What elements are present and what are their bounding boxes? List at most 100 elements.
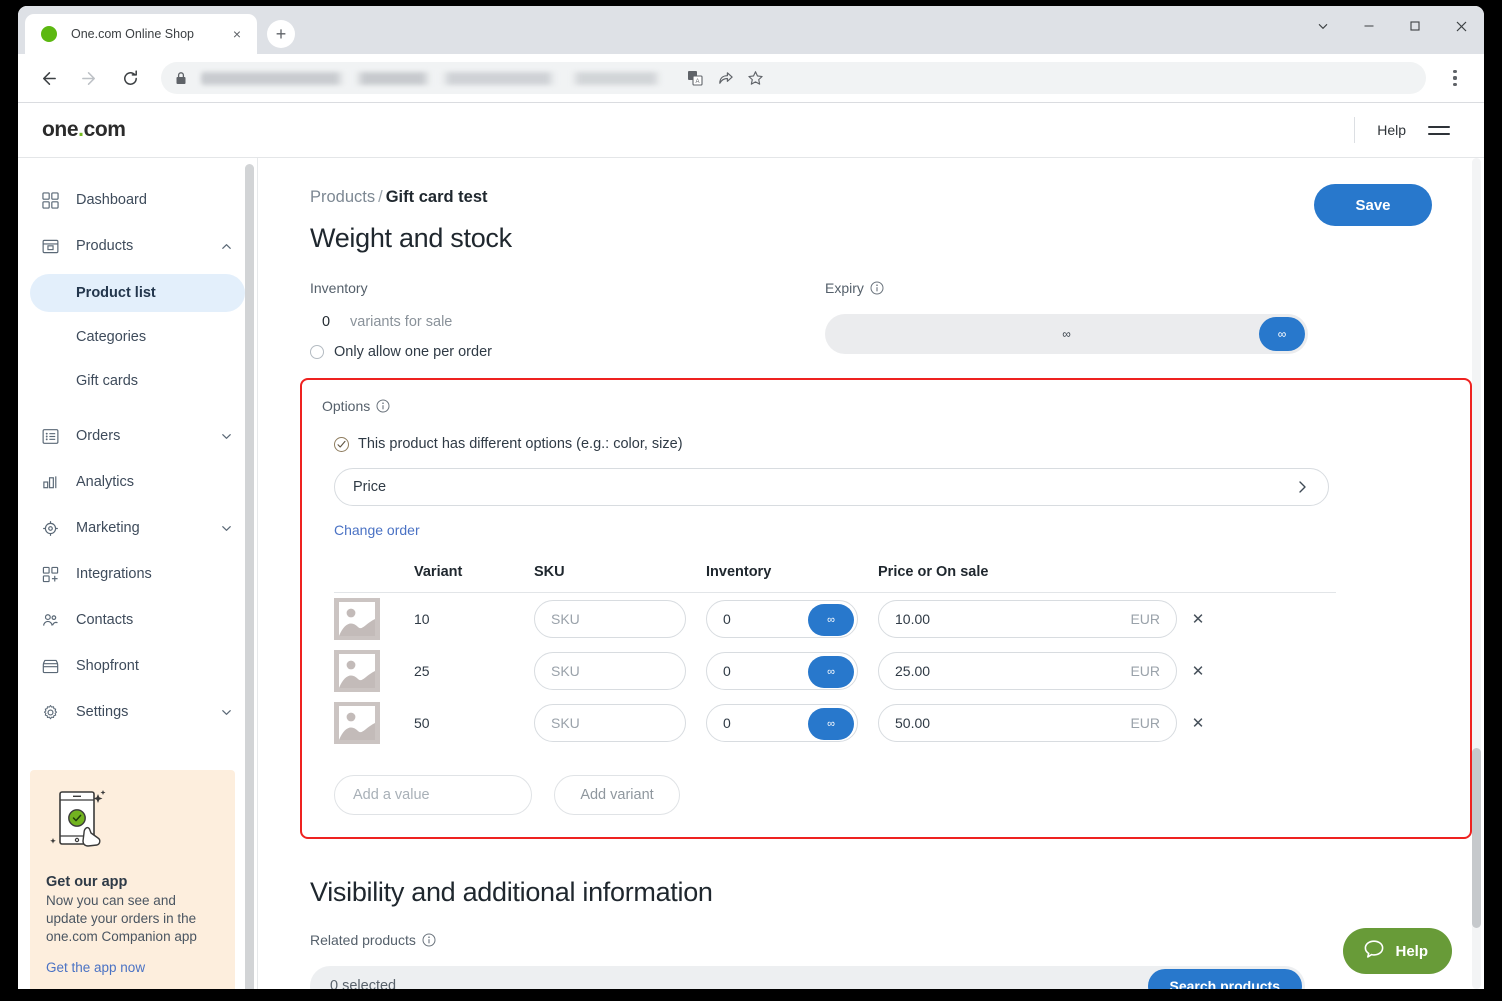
maximize-icon[interactable] xyxy=(1392,6,1438,46)
radio-icon[interactable] xyxy=(310,345,324,359)
related-products-field[interactable]: 0 selected Search products xyxy=(310,966,1305,989)
inventory-infinity-toggle[interactable]: ∞ xyxy=(808,708,854,740)
share-icon[interactable] xyxy=(711,64,739,92)
delete-variant-icon[interactable]: ✕ xyxy=(1185,662,1211,680)
expiry-input[interactable]: ∞ ∞ xyxy=(825,314,1308,354)
people-icon xyxy=(42,612,64,629)
sidebar-item-gift-cards[interactable]: Gift cards xyxy=(30,362,245,400)
breadcrumb-root[interactable]: Products xyxy=(310,188,375,206)
info-icon[interactable] xyxy=(870,281,884,295)
sku-input[interactable]: SKU xyxy=(534,600,686,638)
minimize-icon[interactable] xyxy=(1346,6,1392,46)
add-value-input[interactable]: Add a value xyxy=(334,775,532,815)
chevron-down-icon[interactable] xyxy=(220,522,233,535)
price-cell: 10.00 EUR ✕ xyxy=(878,600,1336,638)
option-select-price[interactable]: Price xyxy=(334,468,1329,506)
sidebar-item-integrations[interactable]: Integrations xyxy=(30,556,245,592)
price-cell: 25.00 EUR ✕ xyxy=(878,652,1336,690)
inventory-infinity-toggle[interactable]: ∞ xyxy=(808,604,854,636)
tab-search-chevron-icon[interactable] xyxy=(1300,6,1346,46)
sku-input[interactable]: SKU xyxy=(534,652,686,690)
sidebar-item-contacts[interactable]: Contacts xyxy=(30,602,245,638)
main-scrollbar-thumb[interactable] xyxy=(1472,748,1481,928)
image-placeholder-icon[interactable] xyxy=(334,702,380,744)
main-inner: Products/Gift card test Save Weight and … xyxy=(258,158,1484,989)
column-inventory: Inventory xyxy=(706,564,878,580)
inventory-cell: 0 ∞ xyxy=(706,600,878,638)
sidebar-item-dashboard[interactable]: Dashboard xyxy=(30,182,245,218)
sidebar-item-analytics[interactable]: Analytics xyxy=(30,464,245,500)
chevron-right-icon[interactable] xyxy=(1294,479,1310,495)
breadcrumb-current: Gift card test xyxy=(386,188,488,206)
delete-variant-icon[interactable]: ✕ xyxy=(1185,610,1211,628)
chevron-up-icon[interactable] xyxy=(220,240,233,253)
options-label-text: Options xyxy=(322,398,370,414)
address-bar[interactable]: A xyxy=(161,62,1426,94)
sidebar-products-submenu: Product list Categories Gift cards xyxy=(30,274,245,400)
inventory-infinity-toggle[interactable]: ∞ xyxy=(808,656,854,688)
logo-text-com: com xyxy=(84,118,126,141)
price-input[interactable]: 25.00 EUR xyxy=(878,652,1177,690)
expiry-infinity-toggle[interactable]: ∞ xyxy=(1259,317,1305,351)
browser-menu-icon[interactable] xyxy=(1440,62,1470,94)
image-placeholder-icon[interactable] xyxy=(334,650,380,692)
storefront-icon xyxy=(42,658,64,675)
sidebar-item-products[interactable]: Products xyxy=(30,228,245,264)
sidebar-item-settings[interactable]: Settings xyxy=(30,694,245,730)
search-products-button[interactable]: Search products xyxy=(1148,969,1302,989)
variants-count: 0 xyxy=(322,314,350,330)
header-help-link[interactable]: Help xyxy=(1377,122,1406,138)
currency-label: EUR xyxy=(1130,611,1160,627)
sidebar-subitem-label: Product list xyxy=(76,285,156,301)
sidebar-scrollbar[interactable] xyxy=(245,164,254,989)
sidebar-item-product-list[interactable]: Product list xyxy=(30,274,245,312)
option-select-value: Price xyxy=(353,479,386,495)
save-button[interactable]: Save xyxy=(1314,184,1432,226)
price-input[interactable]: 10.00 EUR xyxy=(878,600,1177,638)
bookmark-star-icon[interactable] xyxy=(741,64,769,92)
close-tab-icon[interactable]: × xyxy=(227,24,247,44)
inventory-input[interactable]: 0 ∞ xyxy=(706,600,858,638)
new-tab-button[interactable]: + xyxy=(267,20,295,48)
browser-tab[interactable]: One.com Online Shop × xyxy=(25,14,257,54)
help-chat-widget[interactable]: Help xyxy=(1343,928,1452,974)
back-icon[interactable] xyxy=(32,62,64,94)
variant-thumbnail-cell xyxy=(334,702,414,744)
forward-icon[interactable] xyxy=(73,62,105,94)
chevron-down-icon[interactable] xyxy=(220,706,233,719)
sidebar-item-shopfront[interactable]: Shopfront xyxy=(30,648,245,684)
promo-cta-link[interactable]: Get the app now xyxy=(46,960,219,975)
sidebar-item-label: Dashboard xyxy=(76,192,147,208)
svg-text:A: A xyxy=(695,79,699,85)
chevron-down-icon[interactable] xyxy=(220,430,233,443)
different-options-checkbox-row[interactable]: This product has different options (e.g.… xyxy=(334,436,1450,452)
inventory-input[interactable]: 0 ∞ xyxy=(706,652,858,690)
translate-icon[interactable]: A xyxy=(681,64,709,92)
browser-navigation-bar: A xyxy=(18,54,1484,102)
change-order-link[interactable]: Change order xyxy=(334,522,420,538)
reload-icon[interactable] xyxy=(114,62,146,94)
options-label: Options xyxy=(322,398,1450,414)
price-input[interactable]: 50.00 EUR xyxy=(878,704,1177,742)
expiry-column: Expiry ∞ ∞ xyxy=(825,280,1432,360)
sidebar-item-label: Marketing xyxy=(76,520,140,536)
related-products-selected-text: 0 selected xyxy=(330,978,396,989)
sidebar-item-orders[interactable]: Orders xyxy=(30,418,245,454)
info-icon[interactable] xyxy=(376,399,390,413)
expiry-label: Expiry xyxy=(825,280,1432,296)
info-icon[interactable] xyxy=(422,933,436,947)
address-bar-url-blurred xyxy=(201,72,681,85)
close-window-icon[interactable] xyxy=(1438,6,1484,46)
one-com-logo[interactable]: one.com xyxy=(42,118,126,142)
sidebar-item-marketing[interactable]: Marketing xyxy=(30,510,245,546)
add-variant-button[interactable]: Add variant xyxy=(554,775,680,815)
sidebar-item-categories[interactable]: Categories xyxy=(30,318,245,356)
sku-input[interactable]: SKU xyxy=(534,704,686,742)
hamburger-menu-icon[interactable] xyxy=(1428,126,1450,135)
one-per-order-row[interactable]: Only allow one per order xyxy=(310,344,825,360)
image-placeholder-icon[interactable] xyxy=(334,598,380,640)
delete-variant-icon[interactable]: ✕ xyxy=(1185,714,1211,732)
checkbox-checked-icon[interactable] xyxy=(334,437,349,452)
inventory-input[interactable]: 0 ∞ xyxy=(706,704,858,742)
page-body: Dashboard Products Product list xyxy=(18,158,1484,989)
